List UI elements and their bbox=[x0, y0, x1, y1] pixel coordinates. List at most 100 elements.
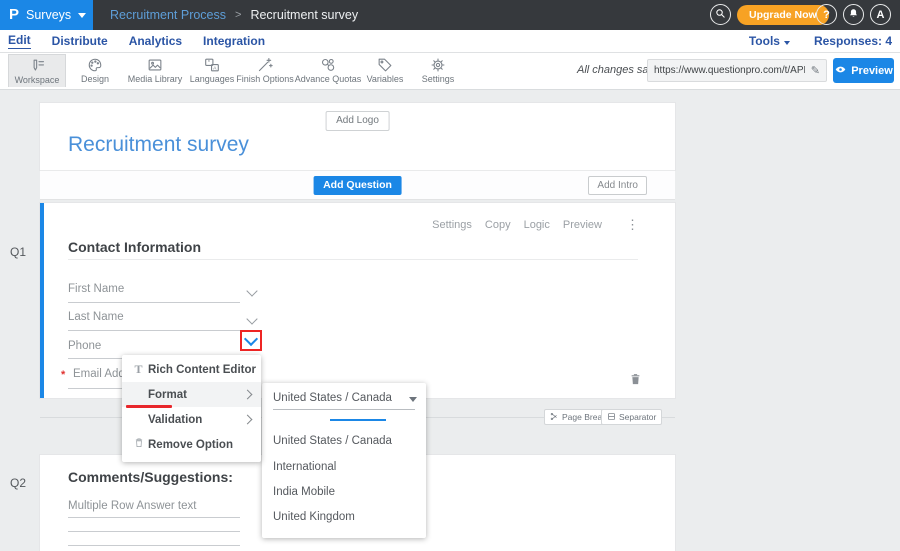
add-logo-button[interactable]: Add Logo bbox=[325, 111, 390, 131]
top-bar: P Surveys Recruitment Process > Recruitm… bbox=[0, 0, 900, 30]
survey-tabs: Edit Distribute Analytics Integration bbox=[8, 30, 265, 52]
toolbar-item-languages[interactable]: *A Languages bbox=[182, 54, 242, 87]
menu-item-rich-content-editor[interactable]: T Rich Content Editor bbox=[122, 357, 261, 382]
add-question-strip: Add Question Add Intro bbox=[40, 170, 675, 200]
answer-line bbox=[68, 531, 240, 532]
question-preview-link[interactable]: Preview bbox=[563, 219, 602, 231]
breadcrumb: Recruitment Process > Recruitment survey bbox=[110, 0, 358, 30]
nav-right-group: Tools Responses: 4 bbox=[749, 30, 892, 52]
answer-line bbox=[68, 517, 240, 518]
question-2-label: Q2 bbox=[10, 476, 26, 490]
toolbar-item-variables[interactable]: Variables bbox=[355, 54, 415, 87]
field-row-first-name[interactable]: First Name bbox=[68, 283, 124, 295]
toolbar-item-workspace[interactable]: Workspace bbox=[8, 54, 66, 87]
answer-line bbox=[68, 545, 240, 546]
text-format-icon: T bbox=[131, 362, 146, 377]
workspace-icon bbox=[28, 57, 46, 75]
field-underline bbox=[68, 302, 240, 303]
chevron-right-icon bbox=[243, 415, 253, 425]
survey-title[interactable]: Recruitment survey bbox=[68, 133, 249, 157]
preview-button[interactable]: Preview bbox=[833, 58, 894, 83]
chevron-down-icon[interactable] bbox=[246, 313, 257, 324]
notifications-button[interactable] bbox=[843, 4, 864, 25]
field-row-phone[interactable]: Phone bbox=[68, 340, 101, 352]
scissors-icon bbox=[550, 412, 559, 423]
finish-options-icon bbox=[256, 56, 274, 74]
field-row-last-name[interactable]: Last Name bbox=[68, 311, 124, 323]
question-text[interactable]: Comments/Suggestions: bbox=[68, 469, 233, 485]
chevron-down-icon[interactable] bbox=[244, 332, 258, 346]
toolbar-item-media-library[interactable]: Media Library bbox=[122, 54, 188, 87]
toolbar-item-settings[interactable]: Settings bbox=[408, 54, 468, 87]
select-underline bbox=[273, 409, 415, 410]
select-caret-icon bbox=[409, 397, 417, 402]
languages-icon: *A bbox=[203, 56, 221, 74]
variables-icon bbox=[376, 56, 394, 74]
menu-item-validation[interactable]: Validation bbox=[122, 407, 261, 432]
question-settings-link[interactable]: Settings bbox=[432, 219, 472, 231]
search-icon bbox=[714, 7, 727, 23]
separator-button[interactable]: Separator bbox=[601, 409, 662, 425]
chevron-down-icon[interactable] bbox=[246, 285, 257, 296]
svg-text:*: * bbox=[208, 60, 210, 66]
add-intro-button[interactable]: Add Intro bbox=[588, 176, 647, 195]
edit-url-icon[interactable]: ✎ bbox=[805, 64, 826, 77]
option-united-kingdom[interactable]: United Kingdom bbox=[273, 511, 355, 527]
survey-header-card: Add Logo Recruitment survey bbox=[40, 103, 675, 170]
question-copy-link[interactable]: Copy bbox=[485, 219, 511, 231]
settings-icon bbox=[429, 56, 447, 74]
delete-row-button[interactable] bbox=[628, 372, 643, 392]
tab-integration[interactable]: Integration bbox=[203, 34, 265, 48]
chevron-down-icon bbox=[78, 13, 86, 18]
format-submenu: United States / Canada United States / C… bbox=[262, 383, 426, 538]
questionpro-logo-icon: P bbox=[9, 0, 19, 30]
toolbar-item-design[interactable]: Design bbox=[65, 54, 125, 87]
media-library-icon bbox=[146, 56, 164, 74]
question-actions: Settings Copy Logic Preview ⋮ bbox=[432, 217, 639, 233]
menu-item-remove-option[interactable]: Remove Option bbox=[122, 432, 261, 457]
field-underline bbox=[68, 330, 240, 331]
option-international[interactable]: International bbox=[273, 461, 336, 477]
avatar[interactable]: A bbox=[870, 4, 891, 25]
breadcrumb-separator: > bbox=[235, 9, 241, 21]
advance-quotas-icon bbox=[319, 56, 337, 74]
brand-menu[interactable]: P Surveys bbox=[0, 0, 93, 30]
trash-icon bbox=[628, 374, 643, 391]
design-icon bbox=[86, 56, 104, 74]
question-text[interactable]: Contact Information bbox=[68, 239, 201, 255]
search-button[interactable] bbox=[710, 4, 731, 25]
toolbar-item-advance-quotas[interactable]: Advance Quotas bbox=[296, 54, 360, 87]
question-logic-link[interactable]: Logic bbox=[524, 219, 550, 231]
chevron-down-icon bbox=[784, 41, 790, 45]
trash-icon bbox=[131, 436, 146, 454]
active-indicator bbox=[330, 419, 386, 421]
tab-edit[interactable]: Edit bbox=[8, 33, 31, 49]
tab-distribute[interactable]: Distribute bbox=[52, 34, 108, 48]
survey-url-text: https://www.questionpro.com/t/APNrFZ bbox=[648, 65, 805, 76]
product-switcher-label: Surveys bbox=[26, 8, 71, 22]
toolbar-item-finish-options[interactable]: Finish Options bbox=[235, 54, 295, 87]
tab-analytics[interactable]: Analytics bbox=[129, 34, 182, 48]
question-1-label: Q1 bbox=[10, 245, 26, 259]
eye-icon bbox=[834, 63, 847, 79]
row-options-menu: T Rich Content Editor Format Validation … bbox=[122, 355, 261, 462]
survey-url-field[interactable]: https://www.questionpro.com/t/APNrFZ ✎ bbox=[647, 59, 827, 82]
responses-link[interactable]: Responses: 4 bbox=[814, 34, 892, 48]
add-question-button[interactable]: Add Question bbox=[313, 176, 402, 195]
menu-item-format[interactable]: Format bbox=[122, 382, 261, 407]
upgrade-now-button[interactable]: Upgrade Now bbox=[737, 5, 829, 25]
bell-icon bbox=[847, 7, 860, 23]
tools-menu[interactable]: Tools bbox=[749, 34, 790, 48]
help-button[interactable]: ? bbox=[816, 4, 837, 25]
selected-question-indicator bbox=[40, 203, 44, 398]
multirow-answer-placeholder[interactable]: Multiple Row Answer text bbox=[68, 500, 196, 512]
chevron-right-icon bbox=[243, 390, 253, 400]
option-india-mobile[interactable]: India Mobile bbox=[273, 486, 335, 502]
question-divider bbox=[68, 259, 638, 260]
breadcrumb-parent-link[interactable]: Recruitment Process bbox=[110, 8, 226, 22]
help-icon: ? bbox=[823, 9, 830, 21]
separator-icon bbox=[607, 412, 616, 423]
more-options-icon[interactable]: ⋮ bbox=[626, 217, 639, 233]
option-us-canada[interactable]: United States / Canada bbox=[273, 435, 392, 451]
format-country-select[interactable]: United States / Canada bbox=[273, 392, 392, 404]
